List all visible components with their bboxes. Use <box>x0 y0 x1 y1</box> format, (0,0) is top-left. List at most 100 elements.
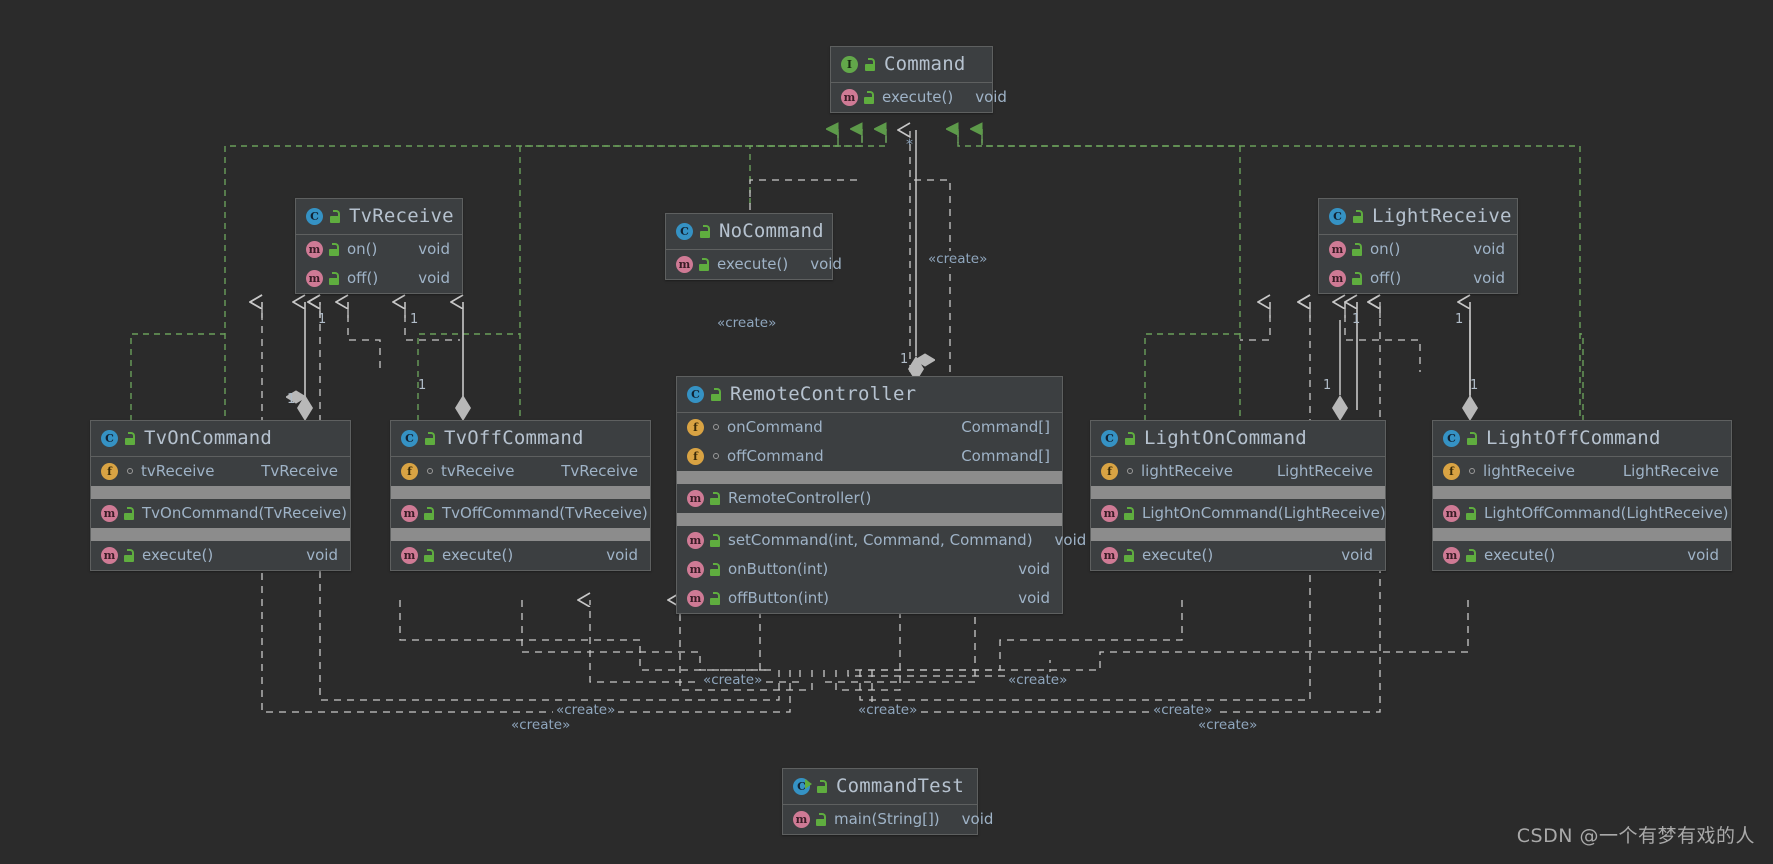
section-separator <box>677 471 1062 484</box>
public-unlocked-icon <box>710 533 722 547</box>
field-row[interactable]: f tvReceive TvReceive <box>391 457 650 486</box>
constructor-row[interactable]: m RemoteController() <box>677 484 1062 513</box>
method-row[interactable]: m execute() void <box>1091 541 1385 570</box>
method-icon: m <box>793 810 810 828</box>
class-icon: C <box>687 385 704 403</box>
member-row[interactable]: m off() void <box>296 264 462 293</box>
class-box-nocommand[interactable]: C NoCommand m execute() void <box>665 213 842 280</box>
class-icon: C <box>101 429 118 447</box>
class-box-tvreceive[interactable]: C TvReceive m on() void m off() void <box>295 198 463 294</box>
member-row[interactable]: m off() void <box>1319 264 1517 293</box>
class-title: LightReceive <box>1372 205 1512 227</box>
method-icon: m <box>1329 269 1346 287</box>
method-icon: m <box>1101 546 1118 564</box>
package-private-icon <box>710 422 721 433</box>
class-box-lightoffcommand[interactable]: C LightOffCommand f lightReceive LightRe… <box>1432 420 1732 571</box>
method-name: execute() <box>1484 546 1556 564</box>
constructor-row[interactable]: m TvOnCommand(TvReceive) <box>91 499 350 528</box>
public-unlocked-icon <box>1124 506 1136 520</box>
public-unlocked-icon <box>1353 209 1365 223</box>
member-name: on() <box>347 240 378 258</box>
field-type: TvReceive <box>261 462 338 480</box>
constructor-row[interactable]: m LightOffCommand(LightReceive) <box>1433 499 1731 528</box>
method-row[interactable]: m execute() void <box>91 541 350 570</box>
public-unlocked-icon <box>125 431 137 445</box>
class-box-tvoffcommand[interactable]: C TvOffCommand f tvReceive TvReceive m T… <box>390 420 651 571</box>
field-row[interactable]: f lightReceive LightReceive <box>1433 457 1731 486</box>
member-row[interactable]: m execute() void <box>831 83 1007 112</box>
field-row[interactable]: f onCommand Command[] <box>677 413 1062 442</box>
public-unlocked-icon <box>864 90 876 104</box>
section-separator <box>677 513 1062 526</box>
public-unlocked-icon <box>124 506 136 520</box>
member-type: void <box>1473 269 1505 287</box>
class-title: RemoteController <box>730 383 917 405</box>
method-type: void <box>1054 531 1087 549</box>
class-icon: C <box>306 207 323 225</box>
constructor-row[interactable]: m LightOnCommand(LightReceive) <box>1091 499 1386 528</box>
class-box-remotecontroller[interactable]: C RemoteController f onCommand Command[]… <box>676 376 1086 614</box>
class-box-tvoncommand[interactable]: C TvOnCommand f tvReceive TvReceive m Tv… <box>90 420 351 571</box>
method-icon: m <box>1443 546 1460 564</box>
edge-label-create: «create» <box>925 251 991 267</box>
method-row[interactable]: m onButton(int) void <box>677 555 1062 584</box>
method-row[interactable]: m execute() void <box>391 541 650 570</box>
member-row[interactable]: m on() void <box>296 235 462 264</box>
edge-label-create: «create» <box>1195 717 1261 733</box>
class-box-lightreceive[interactable]: C LightReceive m on() void m off() void <box>1318 198 1518 294</box>
class-header-tvoffcommand: C TvOffCommand <box>391 421 650 457</box>
member-type: void <box>975 88 1007 106</box>
field-type: LightReceive <box>1622 462 1719 480</box>
field-icon: f <box>401 462 418 480</box>
method-icon: m <box>306 240 323 258</box>
runnable-class-icon: C <box>793 777 812 795</box>
watermark: CSDN @一个有梦有戏的人 <box>1516 825 1755 847</box>
public-unlocked-icon <box>700 224 712 238</box>
public-unlocked-icon <box>711 387 723 401</box>
field-name: tvReceive <box>141 462 215 480</box>
edge-label-create: «create» <box>1150 702 1216 718</box>
public-unlocked-icon <box>699 257 711 271</box>
public-unlocked-icon <box>124 548 136 562</box>
method-name: offButton(int) <box>728 589 830 607</box>
member-name: off() <box>347 269 379 287</box>
field-row[interactable]: f offCommand Command[] <box>677 442 1062 471</box>
class-box-lightoncommand[interactable]: C LightOnCommand f lightReceive LightRec… <box>1090 420 1386 571</box>
field-name: lightReceive <box>1483 462 1575 480</box>
class-title: LightOnCommand <box>1144 427 1307 449</box>
class-header-tvoncommand: C TvOnCommand <box>91 421 350 457</box>
method-row[interactable]: m setCommand(int, Command, Command) void <box>677 526 1086 555</box>
method-type: void <box>1341 546 1373 564</box>
class-title: TvOffCommand <box>444 427 584 449</box>
field-icon: f <box>1443 462 1460 480</box>
class-box-command[interactable]: I Command m execute() void <box>830 46 1007 113</box>
method-icon: m <box>401 546 418 564</box>
multiplicity-label: 1 <box>418 378 427 393</box>
constructor-row[interactable]: m TvOffCommand(TvReceive) <box>391 499 650 528</box>
class-title: NoCommand <box>719 220 824 242</box>
section-separator <box>91 528 350 541</box>
constructor-name: RemoteController() <box>728 489 872 507</box>
multiplicity-label: 1 <box>410 312 419 327</box>
constructor-name: LightOnCommand(LightReceive) <box>1142 504 1386 522</box>
method-icon: m <box>1443 504 1460 522</box>
field-name: offCommand <box>727 447 824 465</box>
method-name: execute() <box>142 546 214 564</box>
package-private-icon <box>1466 466 1477 477</box>
public-unlocked-icon <box>1125 431 1137 445</box>
member-row[interactable]: m execute() void <box>666 250 842 279</box>
member-row[interactable]: m on() void <box>1319 235 1517 264</box>
member-row[interactable]: m main(String[]) void <box>783 805 993 834</box>
field-row[interactable]: f tvReceive TvReceive <box>91 457 350 486</box>
method-row[interactable]: m execute() void <box>1433 541 1731 570</box>
method-row[interactable]: m offButton(int) void <box>677 584 1062 613</box>
section-separator <box>1091 528 1385 541</box>
method-type: void <box>306 546 338 564</box>
member-type: void <box>418 240 450 258</box>
section-separator <box>391 486 650 499</box>
class-box-commandtest[interactable]: C CommandTest m main(String[]) void <box>782 768 993 835</box>
public-unlocked-icon <box>1124 548 1136 562</box>
field-row[interactable]: f lightReceive LightReceive <box>1091 457 1385 486</box>
package-private-icon <box>710 451 721 462</box>
method-icon: m <box>101 504 118 522</box>
